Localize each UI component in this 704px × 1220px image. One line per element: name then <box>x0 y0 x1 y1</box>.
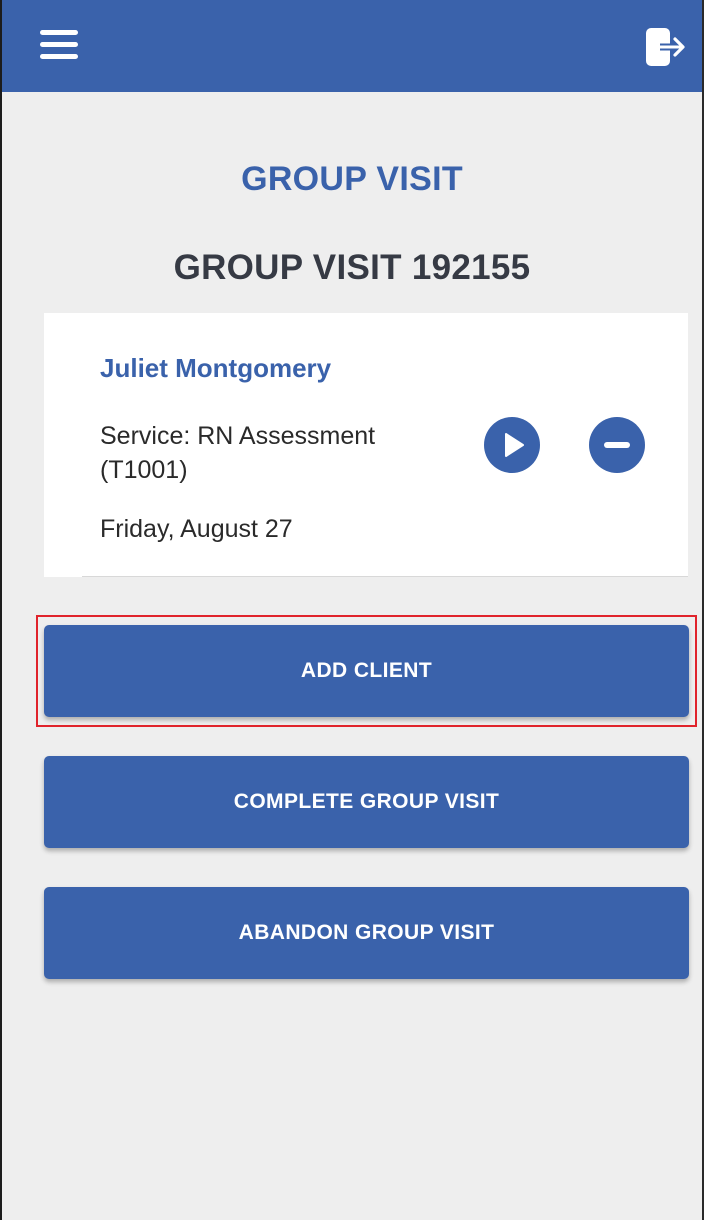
client-card: Juliet Montgomery Service: RN Assessment… <box>44 313 688 577</box>
client-name[interactable]: Juliet Montgomery <box>100 353 331 384</box>
logout-button[interactable] <box>644 26 690 68</box>
card-divider <box>82 576 688 577</box>
app-screen: GROUP VISIT GROUP VISIT 192155 Juliet Mo… <box>0 0 704 1220</box>
abandon-group-visit-button[interactable]: ABANDON GROUP VISIT <box>44 887 689 979</box>
complete-group-visit-button[interactable]: COMPLETE GROUP VISIT <box>44 756 689 848</box>
play-icon <box>505 433 524 457</box>
start-visit-button[interactable] <box>484 417 540 473</box>
add-client-button[interactable]: ADD CLIENT <box>44 625 689 717</box>
minus-icon <box>604 442 630 448</box>
page-heading: GROUP VISIT <box>241 160 463 198</box>
logout-icon <box>646 28 685 66</box>
group-visit-title: GROUP VISIT 192155 <box>173 248 531 287</box>
menu-button[interactable] <box>40 30 82 64</box>
client-service: Service: RN Assessment (T1001) <box>100 422 376 484</box>
top-app-bar <box>2 0 702 92</box>
remove-client-button[interactable] <box>589 417 645 473</box>
client-visit-date: Friday, August 27 <box>100 515 293 543</box>
